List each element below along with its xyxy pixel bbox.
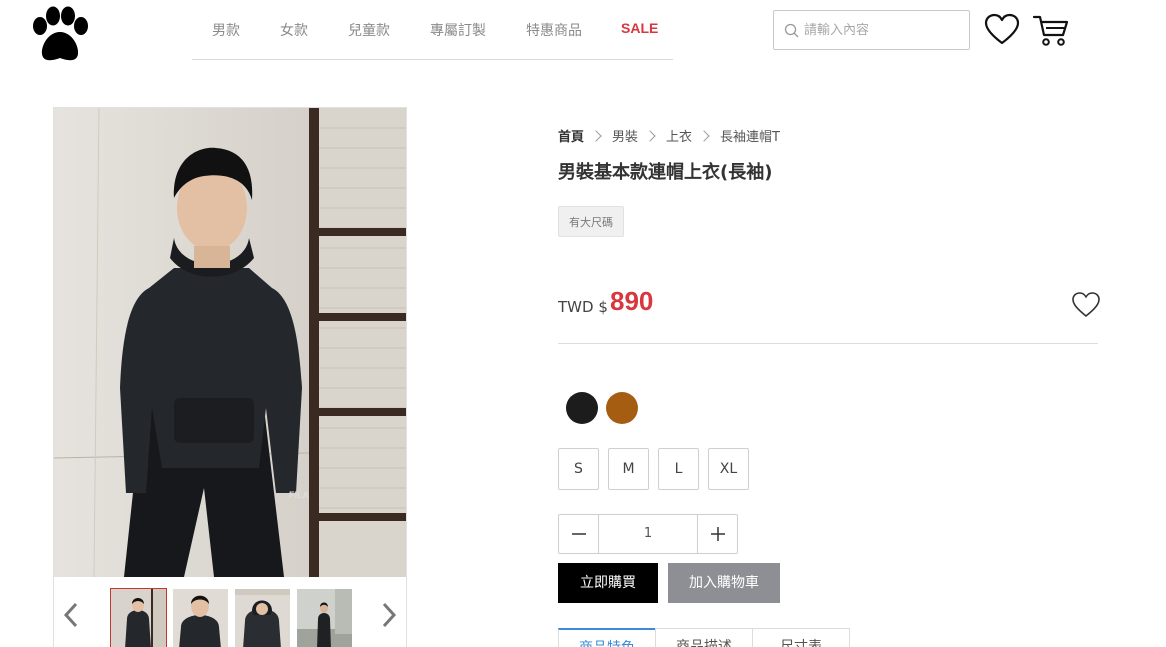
paw-logo-icon[interactable]: [26, 6, 94, 64]
nav-custom[interactable]: 專屬訂製: [430, 20, 486, 40]
breadcrumb-hoodie[interactable]: 長袖連帽T: [720, 130, 780, 145]
nav-special-offers[interactable]: 特惠商品: [526, 20, 582, 40]
main-nav: 男款 女款 兒童款 專屬訂製 特惠商品 SALE: [192, 0, 673, 60]
search-box: [773, 10, 970, 50]
tab-description[interactable]: 商品描述: [655, 628, 753, 647]
size-option-xl[interactable]: XL: [708, 448, 749, 490]
breadcrumb-tops[interactable]: 上衣: [666, 130, 692, 145]
prev-arrow-icon[interactable]: [56, 590, 86, 640]
thumbnail-strip: [54, 578, 406, 647]
chevron-right-icon: [590, 130, 602, 142]
color-swatch-brown[interactable]: [606, 392, 638, 424]
buy-now-button[interactable]: 立即購買: [558, 563, 658, 603]
minus-icon[interactable]: [559, 515, 599, 553]
color-swatch-black[interactable]: [566, 392, 598, 424]
thumbnail-1[interactable]: [110, 588, 167, 647]
thumbnail-2[interactable]: [173, 589, 228, 647]
size-option-s[interactable]: S: [558, 448, 599, 490]
search-input[interactable]: [804, 19, 964, 41]
breadcrumb-home[interactable]: 首頁: [558, 130, 584, 145]
quantity-value[interactable]: 1: [599, 515, 697, 553]
divider: [558, 343, 1098, 344]
thumbnail-4[interactable]: [297, 589, 352, 647]
size-tag-badge: 有大尺碼: [558, 206, 624, 237]
price-currency: TWD $: [558, 298, 608, 316]
product-price: 890: [610, 286, 654, 316]
cart-icon[interactable]: [1032, 12, 1070, 48]
nav-women[interactable]: 女款: [280, 20, 308, 40]
breadcrumb: 首頁 男裝 上衣 長袖連帽T: [558, 126, 780, 145]
svg-text:FILA: FILA: [289, 490, 309, 500]
main-product-photo: FILA: [54, 108, 406, 577]
size-option-l[interactable]: L: [658, 448, 699, 490]
tab-features[interactable]: 商品特色: [558, 628, 656, 647]
add-to-cart-button[interactable]: 加入購物車: [668, 563, 780, 603]
wishlist-heart-icon[interactable]: [984, 12, 1020, 48]
search-icon[interactable]: [784, 23, 800, 39]
favorite-heart-icon[interactable]: [1071, 290, 1101, 320]
tab-size-chart[interactable]: 尺寸表: [752, 628, 850, 647]
size-option-m[interactable]: M: [608, 448, 649, 490]
plus-icon[interactable]: [697, 515, 737, 553]
product-title: 男裝基本款連帽上衣(長袖): [558, 162, 773, 183]
quantity-stepper: 1: [558, 514, 738, 554]
product-gallery: FILA: [53, 107, 407, 647]
breadcrumb-mens[interactable]: 男裝: [612, 130, 638, 145]
nav-men[interactable]: 男款: [212, 20, 240, 40]
chevron-right-icon: [698, 130, 710, 142]
nav-kids[interactable]: 兒童款: [348, 20, 390, 40]
nav-sale[interactable]: SALE: [621, 20, 658, 36]
next-arrow-icon[interactable]: [374, 590, 404, 640]
thumbnail-3[interactable]: [235, 589, 290, 647]
chevron-right-icon: [644, 130, 656, 142]
